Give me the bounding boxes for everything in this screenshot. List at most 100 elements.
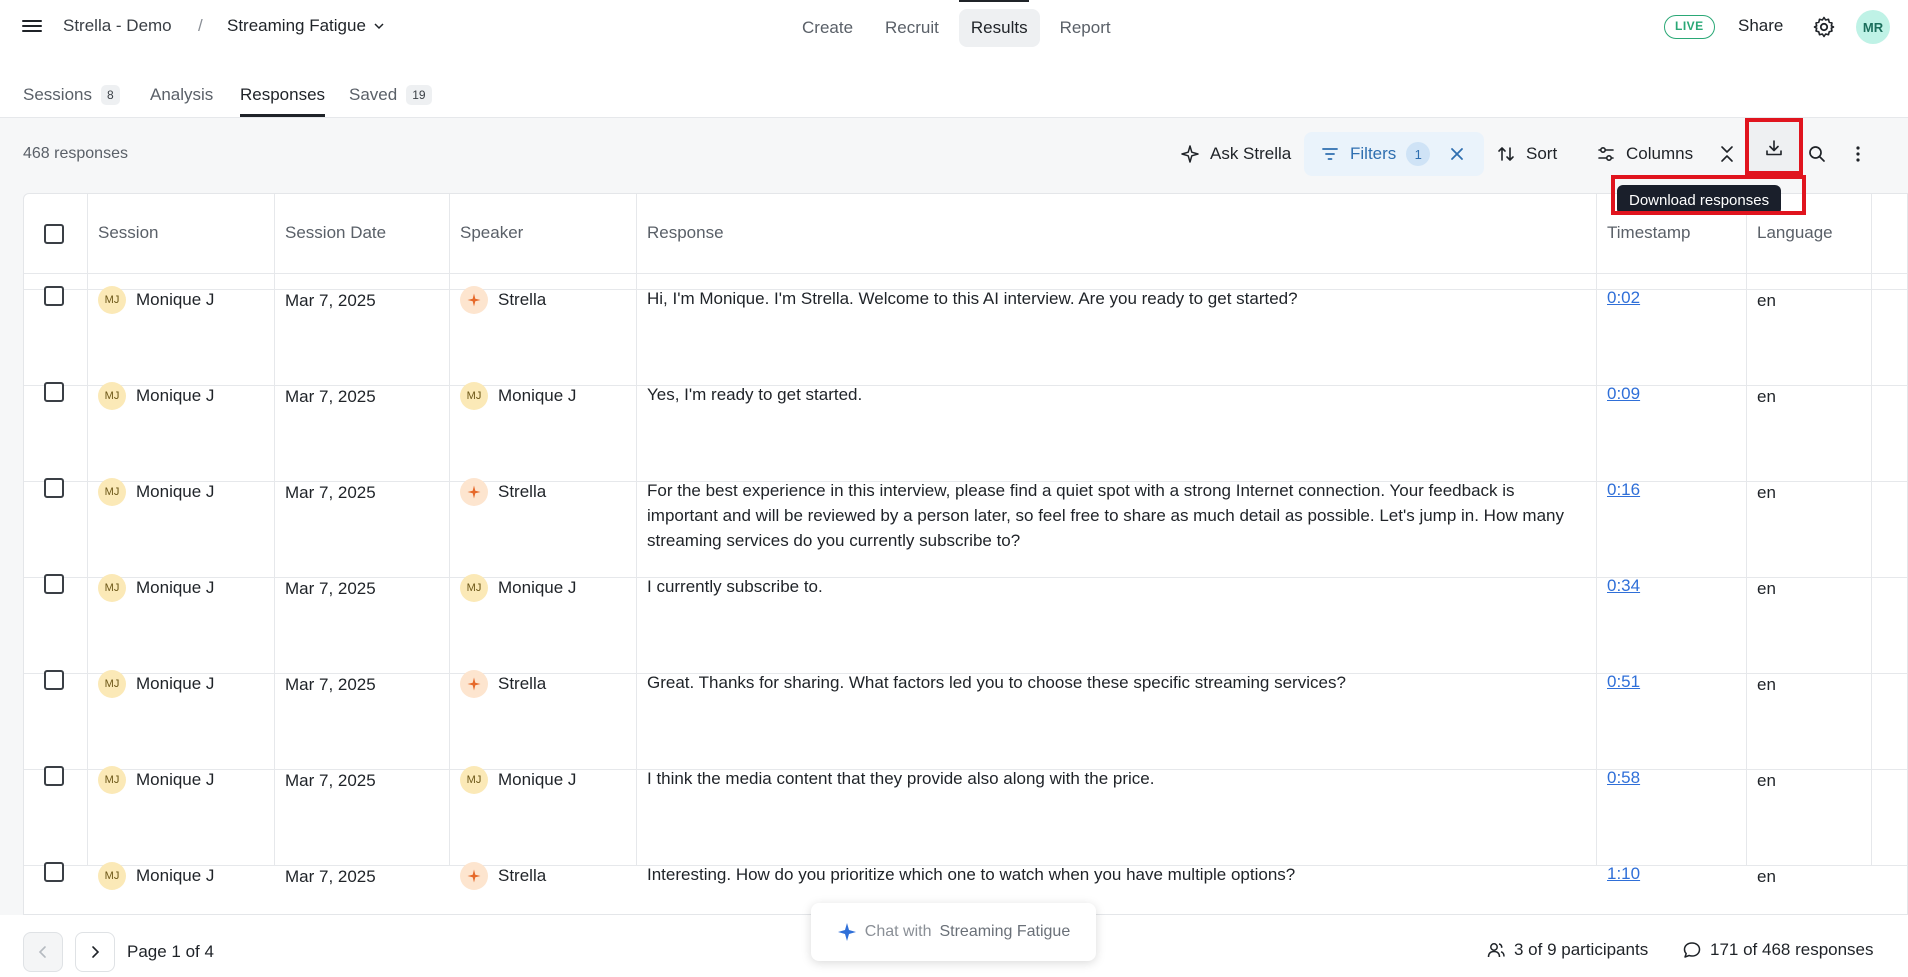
sort-button[interactable]: Sort [1488,134,1565,174]
speaker-cell: Strella [450,386,637,506]
breadcrumb-project[interactable]: Strella - Demo [63,16,172,36]
nav-results[interactable]: Results [958,9,1040,47]
timestamp-cell: 0:16 [1597,386,1747,499]
user-avatar[interactable]: MR [1856,10,1890,44]
sort-label: Sort [1526,144,1558,163]
breadcrumb-separator: / [198,16,203,35]
select-cell [24,386,88,498]
session-cell: MJ Monique J [88,194,275,314]
session-name[interactable]: Monique J [136,866,214,886]
response-cell: Great. Thanks for sharing. What factors … [637,578,1597,692]
table-row[interactable]: MJ Monique J Mar 7, 2025 MJ Monique JI curre… [24,482,1907,602]
nav-create[interactable]: Create [790,9,865,47]
sub-tabs: Sessions 8 Analysis Responses Saved 19 [0,54,1908,118]
ask-strella-button[interactable]: Ask Strella [1172,134,1299,174]
chevron-right-icon [92,946,100,958]
top-bar: Strella - Demo / Streaming Fatigue Creat… [0,0,1908,54]
download-tooltip: Download responses [1617,185,1782,215]
language-cell: en [1747,674,1872,790]
session-cell: MJ Monique J [88,482,275,602]
columns-button[interactable]: Columns [1588,134,1701,174]
participants-stat: 3 of 9 participants [1486,940,1648,960]
language-cell: en [1747,386,1872,502]
tab-sessions-label: Sessions [23,85,92,104]
strella-star-icon [467,869,481,883]
next-page-button[interactable] [75,932,115,972]
table-row[interactable]: MJ Monique J Mar 7, 2025 MJ Monique J Yes, I'… [24,290,1907,410]
session-date-cell: Mar 7, 2025 [275,194,450,310]
results-top-indicator [959,0,1029,2]
tab-responses-label: Responses [240,85,326,104]
row-checkbox[interactable] [44,862,64,882]
select-cell [24,194,88,306]
speaker-cell: MJ Monique J [450,674,637,794]
breadcrumb-study-dropdown[interactable]: Streaming Fatigue [227,16,384,36]
select-cell [24,290,88,402]
timestamp-cell: 0:58 [1597,674,1747,787]
session-cell: MJ Monique J [88,770,275,890]
timestamp-link[interactable]: 1:10 [1607,864,1640,884]
tab-analysis[interactable]: Analysis [150,75,213,115]
columns-icon [1598,146,1614,162]
speaker-cell: Strella [450,770,637,890]
search-icon [1809,146,1825,162]
filters-count-badge: 1 [1406,142,1431,166]
chevron-down-icon [374,23,384,30]
table-row[interactable]: MJ Monique J Mar 7, 2025 Strella Great. Than… [24,578,1907,698]
tab-saved-count: 19 [406,85,432,105]
chevron-left-icon [38,946,46,958]
clear-filters-button[interactable] [1440,137,1474,171]
sparkle-icon [1181,145,1199,163]
columns-label: Columns [1626,144,1694,163]
session-cell: MJ Monique J [88,386,275,506]
tab-saved[interactable]: Saved 19 [349,75,432,115]
session-cell: MJ Monique J [88,674,275,794]
response-count: 468 responses [23,145,128,162]
menu-icon[interactable] [22,17,42,37]
session-cell: MJ Monique J [88,290,275,410]
language-cell: en [1747,482,1872,598]
response-cell: Interesting. How do you prioritize which… [637,770,1597,884]
language-cell: en [1747,770,1872,886]
response-text: Interesting. How do you prioritize which… [647,865,1296,884]
tab-analysis-label: Analysis [150,85,214,104]
more-options-button[interactable] [1841,137,1875,171]
page-indicator: Page 1 of 4 [127,942,214,961]
table-row[interactable]: MJ Monique J Mar 7, 2025 Strella For the bes… [24,386,1907,550]
prev-page-button[interactable] [23,932,63,972]
strella-avatar [460,862,488,890]
select-cell [24,578,88,690]
timestamp-cell: 0:09 [1597,290,1747,403]
nav-report[interactable]: Report [1048,9,1123,47]
select-cell [24,674,88,786]
tab-responses[interactable]: Responses [240,75,325,115]
session-avatar: MJ [98,862,126,890]
chat-with-study-button[interactable]: Chat with Streaming Fatigue [811,903,1096,961]
collapse-rows-button[interactable] [1710,137,1744,171]
table-row[interactable]: MJ Monique J Mar 7, 2025 Strella Interesting… [24,770,1907,890]
share-button[interactable]: Share [1738,16,1783,36]
responses-text: 171 of 468 responses [1710,940,1874,959]
chat-bubble-icon [1683,942,1701,958]
ask-strella-label: Ask Strella [1210,144,1292,163]
search-button[interactable] [1800,137,1834,171]
sort-icon [1498,147,1514,161]
more-vertical-icon [1856,146,1860,162]
tab-saved-label: Saved [349,85,398,104]
filters-button[interactable]: Filters 1 [1312,134,1438,174]
select-cell [24,482,88,594]
users-icon [1487,943,1505,958]
response-cell: Yes, I'm ready to get started. [637,290,1597,404]
tab-sessions[interactable]: Sessions 8 [23,75,120,115]
speaker-cell: MJ Monique J [450,482,637,602]
nav-recruit[interactable]: Recruit [873,9,951,47]
response-cell: I think the media content that they prov… [637,674,1597,788]
table-row[interactable]: MJ Monique J Mar 7, 2025 MJ Monique JI think… [24,674,1907,794]
download-button[interactable] [1748,122,1800,174]
session-date-cell: Mar 7, 2025 [275,578,450,694]
download-icon [1766,140,1782,156]
session-date-cell: Mar 7, 2025 [275,674,450,790]
gear-icon[interactable] [1812,15,1836,39]
close-icon [1451,148,1463,160]
main-nav: Create Recruit Results Report [790,9,1123,47]
